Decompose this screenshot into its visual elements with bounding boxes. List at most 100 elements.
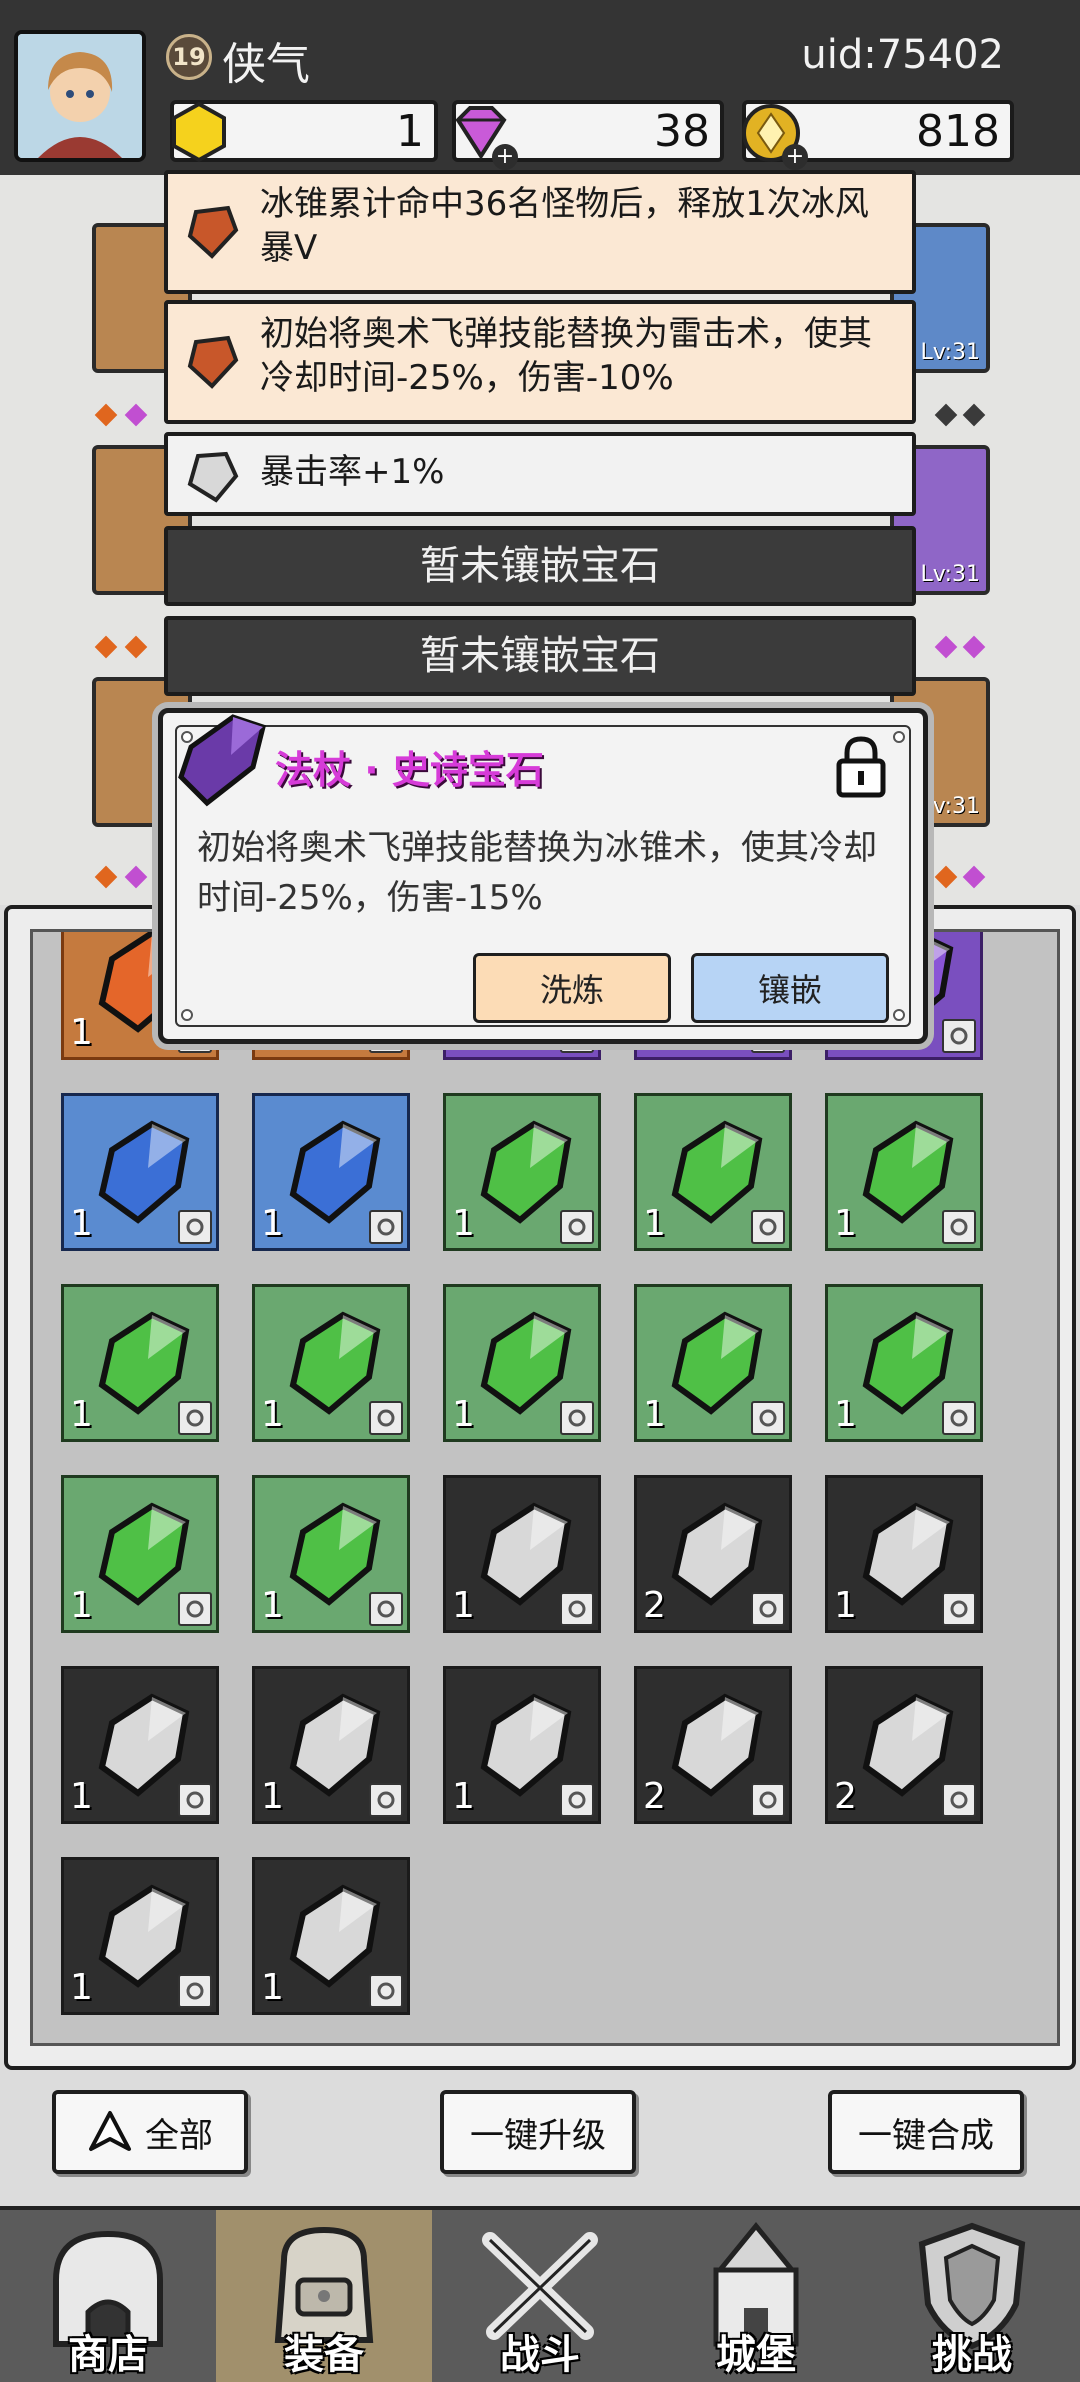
hero-portrait-icon (18, 34, 142, 158)
lock-icon[interactable] (833, 733, 889, 799)
socket-effect-text: 冰锥累计命中36名怪物后，释放1次冰风暴V (260, 184, 869, 268)
socket-indicator (94, 635, 118, 659)
filter-label: 全部 (145, 2115, 213, 2156)
player-avatar[interactable] (14, 30, 146, 162)
inventory-gem-blue[interactable]: 1 (252, 1093, 410, 1251)
equip-type-icon (751, 1783, 785, 1817)
resource-yellow-gem: 1 (170, 100, 438, 163)
inventory-gem-green[interactable]: 1 (634, 1093, 792, 1251)
gem-count: 1 (70, 1012, 93, 1053)
resource-purple-diamond[interactable]: + 38 (452, 100, 724, 170)
gem-count: 1 (834, 1585, 857, 1626)
gem-count: 1 (452, 1776, 475, 1817)
equip-type-icon (178, 1401, 212, 1435)
inventory-gem-gray[interactable]: 1 (61, 1666, 219, 1824)
socket-indicator (124, 865, 148, 889)
equip-level: Lv:31 (920, 562, 980, 587)
equip-type-icon (942, 1019, 976, 1053)
socket-indicator (962, 635, 986, 659)
equip-type-icon (369, 1401, 403, 1435)
refine-button[interactable]: 洗炼 (473, 953, 671, 1023)
inventory-gem-green[interactable]: 1 (443, 1093, 601, 1251)
equip-level: Lv:31 (920, 340, 980, 365)
inventory-gem-green[interactable]: 1 (252, 1475, 410, 1633)
inventory-gem-gray[interactable]: 1 (61, 1857, 219, 2015)
equip-type-icon (942, 1210, 976, 1244)
nav-battle[interactable]: 战斗 (432, 2210, 648, 2382)
nav-label: 挑战 (932, 2332, 1012, 2378)
nav-shop[interactable]: 商店 (0, 2210, 216, 2382)
empty-socket-card[interactable]: 暂未镶嵌宝石 (164, 526, 916, 606)
equip-type-icon (751, 1401, 785, 1435)
add-gold-icon[interactable]: + (782, 144, 808, 170)
inventory-gem-green[interactable]: 1 (252, 1284, 410, 1442)
popup-frame: 法杖 · 史诗宝石 初始将奥术飞弹技能替换为冰锥术，使其冷却时间-25%，伤害-… (175, 714, 911, 1027)
socket-effect-text: 初始将奥术飞弹技能替换为雷击术，使其冷却时间-25%，伤害-10% (260, 314, 872, 398)
corner-rivet-icon (181, 1009, 193, 1021)
inventory-gem-gray[interactable]: 2 (825, 1666, 983, 1824)
equip-type-icon (942, 1783, 976, 1817)
socket-indicator (962, 865, 986, 889)
socket-card-1[interactable]: 冰锥累计命中36名怪物后，释放1次冰风暴V (164, 170, 916, 294)
gem-count: 1 (261, 1967, 284, 2008)
socket-card-2[interactable]: 初始将奥术飞弹技能替换为雷击术，使其冷却时间-25%，伤害-10% (164, 300, 916, 424)
resource-gold-coin[interactable]: + 818 (742, 100, 1014, 170)
equip-type-icon (560, 1783, 594, 1817)
socket-indicator (934, 635, 958, 659)
inventory-gem-green[interactable]: 1 (825, 1284, 983, 1442)
inventory-gem-gray[interactable]: 1 (252, 1666, 410, 1824)
socket-indicator (94, 403, 118, 427)
add-diamond-icon[interactable]: + (492, 144, 518, 170)
inventory-gem-gray[interactable]: 1 (825, 1475, 983, 1633)
resource-value: 818 (916, 106, 1000, 157)
nav-equipment[interactable]: 装备 (216, 2210, 432, 2382)
upgrade-all-button[interactable]: 一键升级 (440, 2090, 636, 2174)
nav-challenge[interactable]: 挑战 (864, 2210, 1080, 2382)
gem-count: 2 (643, 1585, 666, 1626)
inventory-gem-gray[interactable]: 2 (634, 1666, 792, 1824)
inventory-gem-gray[interactable]: 1 (443, 1666, 601, 1824)
socket-indicator (94, 865, 118, 889)
merge-all-button[interactable]: 一键合成 (828, 2090, 1024, 2174)
gem-count: 1 (452, 1585, 475, 1626)
gem-count: 2 (834, 1776, 857, 1817)
gem-count: 1 (834, 1394, 857, 1435)
gem-count: 1 (452, 1394, 475, 1435)
gem-count: 1 (70, 1394, 93, 1435)
triangle-filter-icon (89, 2111, 131, 2151)
inventory-gem-green[interactable]: 1 (61, 1284, 219, 1442)
equip-level: Lv:31 (920, 794, 980, 819)
inventory-gem-gray[interactable]: 1 (252, 1857, 410, 2015)
inventory-gem-green[interactable]: 1 (61, 1475, 219, 1633)
gem-count: 1 (261, 1776, 284, 1817)
player-name: 侠气 (222, 39, 310, 90)
gem-count: 2 (643, 1776, 666, 1817)
inventory-gem-green[interactable]: 1 (825, 1093, 983, 1251)
equip-type-icon (178, 1210, 212, 1244)
inventory-gem-green[interactable]: 1 (634, 1284, 792, 1442)
equip-type-icon (560, 1401, 594, 1435)
filter-all-button[interactable]: 全部 (52, 2090, 248, 2174)
inventory-gem-blue[interactable]: 1 (61, 1093, 219, 1251)
socket-card-3[interactable]: 暴击率+1% (164, 432, 916, 516)
bottom-nav: 商店 装备 战斗 城堡 挑战 (0, 2206, 1080, 2382)
yellow-gem-icon (172, 101, 226, 163)
resource-value: 1 (396, 106, 424, 157)
inventory-gem-green[interactable]: 1 (443, 1284, 601, 1442)
inventory-gem-gray[interactable]: 1 (443, 1475, 601, 1633)
empty-socket-card[interactable]: 暂未镶嵌宝石 (164, 616, 916, 696)
orange-gem-icon (187, 335, 239, 389)
equip-type-icon (942, 1401, 976, 1435)
corner-rivet-icon (893, 1009, 905, 1021)
inventory-gem-gray[interactable]: 2 (634, 1475, 792, 1633)
nav-label: 商店 (68, 2332, 148, 2378)
nav-castle[interactable]: 城堡 (648, 2210, 864, 2382)
player-uid: uid:75402 (801, 32, 1004, 78)
equip-type-icon (369, 1592, 403, 1626)
socket-indicator (124, 635, 148, 659)
equip-type-icon (178, 1783, 212, 1817)
inventory-grid[interactable]: 1 1 1 1 1 1 1 1 1 1 1 1 1 1 2 1 1 1 1 2 2 1 1 (30, 929, 1060, 2046)
socket-indicator (124, 403, 148, 427)
inlay-button[interactable]: 镶嵌 (691, 953, 889, 1023)
socket-indicator (962, 403, 986, 427)
